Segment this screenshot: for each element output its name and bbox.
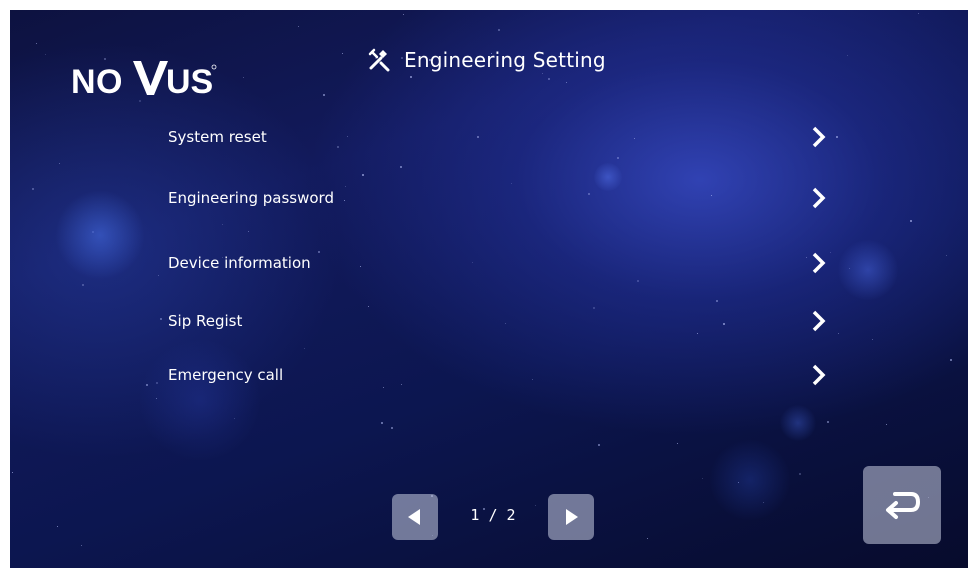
return-arrow-icon: [886, 492, 921, 519]
page-indicator: 1 / 2: [470, 506, 516, 524]
pagination: 1 / 2: [392, 494, 594, 542]
screen: NO US Engineering Setting System reset E…: [10, 10, 968, 568]
menu-item-label: Engineering password: [168, 189, 334, 207]
menu-item-sip-regist[interactable]: Sip Regist: [160, 301, 830, 341]
triangle-right-icon: [566, 509, 578, 525]
menu-item-device-information[interactable]: Device information: [160, 243, 830, 283]
chevron-right-icon: [812, 364, 826, 386]
back-button[interactable]: [863, 466, 941, 544]
menu-item-label: Sip Regist: [168, 312, 243, 330]
menu-item-engineering-password[interactable]: Engineering password: [160, 178, 830, 218]
triangle-left-icon: [408, 509, 420, 525]
previous-page-button[interactable]: [392, 494, 438, 540]
chevron-right-icon: [812, 252, 826, 274]
chevron-right-icon: [812, 187, 826, 209]
menu-item-label: System reset: [168, 128, 267, 146]
menu-item-label: Device information: [168, 254, 311, 272]
settings-menu: System reset Engineering password Device…: [10, 10, 968, 568]
chevron-right-icon: [812, 310, 826, 332]
menu-item-label: Emergency call: [168, 366, 284, 384]
menu-item-system-reset[interactable]: System reset: [160, 117, 830, 157]
menu-item-emergency-call[interactable]: Emergency call: [160, 355, 830, 395]
chevron-right-icon: [812, 126, 826, 148]
next-page-button[interactable]: [548, 494, 594, 540]
